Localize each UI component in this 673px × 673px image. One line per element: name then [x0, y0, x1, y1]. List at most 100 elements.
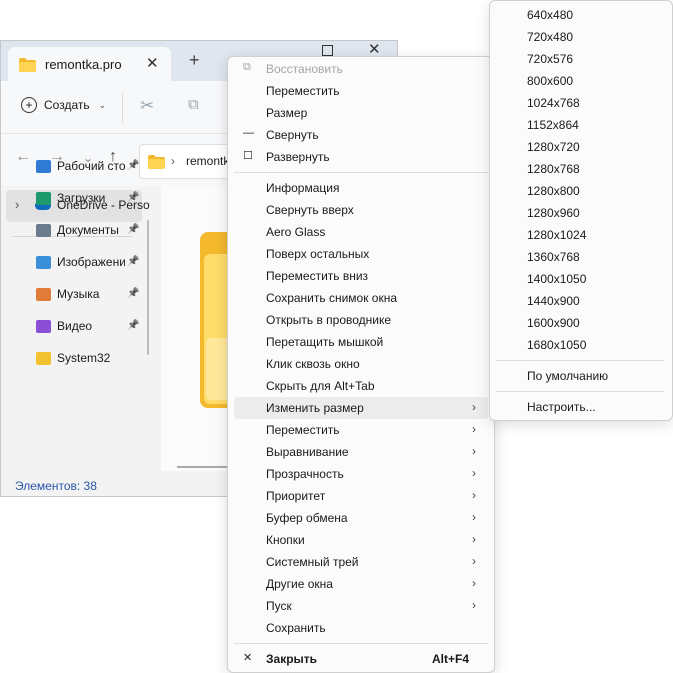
resize-option[interactable]: 1680x1050: [496, 334, 666, 356]
video-icon: [36, 320, 51, 333]
sidebar-item[interactable]: Рабочий сто 📌: [36, 157, 156, 179]
menu-item-свернуть[interactable]: — Свернуть: [234, 124, 488, 146]
menu-item-развернуть[interactable]: ☐ Развернуть: [234, 146, 488, 168]
menu-item-сохранить-снимок-окна[interactable]: Сохранить снимок окна: [234, 287, 488, 309]
documents-icon: [36, 224, 51, 237]
menu-item-приоритет[interactable]: Приоритет ›: [234, 485, 488, 507]
submenu-arrow-icon: ›: [472, 554, 476, 568]
toolbar-divider: [122, 93, 123, 123]
menu-item-label: Кнопки: [266, 533, 305, 547]
sidebar-item-label: Документы: [57, 223, 119, 237]
menu-item-пуск[interactable]: Пуск ›: [234, 595, 488, 617]
submenu-arrow-icon: ›: [472, 576, 476, 590]
menu-item-label: Поверх остальных: [266, 247, 370, 261]
resize-option[interactable]: 1360x768: [496, 246, 666, 268]
menu-item-открыть-в-проводнике[interactable]: Открыть в проводнике: [234, 309, 488, 331]
sidebar-item[interactable]: Загрузки 📌: [36, 189, 156, 211]
menu-item-aero-glass[interactable]: Aero Glass: [234, 221, 488, 243]
submenu-arrow-icon: ›: [472, 422, 476, 436]
menu-item-изменить-размер[interactable]: Изменить размер ›: [234, 397, 488, 419]
sidebar-scrollbar[interactable]: [147, 220, 149, 355]
menu-item-переместить[interactable]: Переместить: [234, 80, 488, 102]
menu-item-поверх-остальных[interactable]: Поверх остальных: [234, 243, 488, 265]
menu-item-свернуть-вверх[interactable]: Свернуть вверх: [234, 199, 488, 221]
new-tab-icon[interactable]: +: [189, 50, 200, 71]
customize-size-option[interactable]: Настроить...: [496, 396, 666, 418]
resize-option[interactable]: 720x576: [496, 48, 666, 70]
menu-item-другие-окна[interactable]: Другие окна ›: [234, 573, 488, 595]
resize-option[interactable]: 640x480: [496, 4, 666, 26]
sidebar-item-label: Видео: [57, 319, 93, 333]
copy-icon[interactable]: ⧉: [188, 96, 199, 113]
menu-separator: [496, 360, 664, 361]
maximize-icon: ☐: [243, 150, 253, 162]
menu-item-label: Скрыть для Alt+Tab: [266, 379, 375, 393]
default-size-option[interactable]: По умолчанию: [496, 365, 666, 387]
close-icon: ✕: [243, 652, 253, 664]
menu-item-перетащить-мышкой[interactable]: Перетащить мышкой: [234, 331, 488, 353]
submenu-arrow-icon: ›: [472, 488, 476, 502]
resize-option[interactable]: 1440x900: [496, 290, 666, 312]
menu-item-label: Открыть в проводнике: [266, 313, 392, 327]
menu-item-клик-сквозь-окно[interactable]: Клик сквозь окно: [234, 353, 488, 375]
submenu-arrow-icon: ›: [472, 444, 476, 458]
breadcrumb-chevron-icon: ›: [171, 154, 175, 168]
menu-item-label: Сохранить: [266, 621, 326, 635]
sidebar-item[interactable]: Музыка 📌: [36, 285, 156, 307]
sidebar-item-label: System32: [57, 351, 111, 365]
menu-item-кнопки[interactable]: Кнопки ›: [234, 529, 488, 551]
resize-option[interactable]: 800x600: [496, 70, 666, 92]
tab-close-icon[interactable]: ✕: [146, 54, 159, 72]
resize-option-label: 1400x1050: [527, 272, 587, 286]
menu-item-переместить-вниз[interactable]: Переместить вниз: [234, 265, 488, 287]
menu-item-переместить[interactable]: Переместить ›: [234, 419, 488, 441]
navigation-pane: › OneDrive - Perso Рабочий сто 📌 Загрузки 📌…: [1, 159, 157, 471]
sidebar-item[interactable]: System32: [36, 349, 156, 371]
menu-item-системный-трей[interactable]: Системный трей ›: [234, 551, 488, 573]
maximize-window-icon[interactable]: [322, 45, 333, 56]
cut-icon[interactable]: ✂: [140, 96, 154, 116]
menu-item-label: Выравнивание: [266, 445, 349, 459]
menu-item-выравнивание[interactable]: Выравнивание ›: [234, 441, 488, 463]
menu-item-label: Буфер обмена: [266, 511, 348, 525]
menu-item-label: Клик сквозь окно: [266, 357, 360, 371]
menu-item-скрыть-для-alt-tab[interactable]: Скрыть для Alt+Tab: [234, 375, 488, 397]
resize-option[interactable]: 1280x768: [496, 158, 666, 180]
sidebar-item[interactable]: Видео 📌: [36, 317, 156, 339]
expand-chevron-icon[interactable]: ›: [15, 197, 19, 212]
back-arrow-icon[interactable]: ←: [15, 148, 31, 166]
resize-option-label: 720x480: [527, 30, 574, 44]
resize-option[interactable]: 720x480: [496, 26, 666, 48]
resize-option[interactable]: 1024x768: [496, 92, 666, 114]
sidebar-item[interactable]: Изображени 📌: [36, 253, 156, 275]
resize-option[interactable]: 1280x800: [496, 180, 666, 202]
pin-icon: 📌: [127, 224, 140, 235]
create-button[interactable]: + Создать ⌄: [21, 97, 106, 113]
pictures-icon: [36, 256, 51, 269]
resize-option-label: 800x600: [527, 74, 574, 88]
customize-size-option-label: Настроить...: [527, 400, 596, 414]
menu-item-закрыть[interactable]: ✕ Закрыть Alt+F4: [234, 648, 488, 670]
menu-item-сохранить[interactable]: Сохранить: [234, 617, 488, 639]
submenu-arrow-icon: ›: [472, 510, 476, 524]
menu-item-информация[interactable]: Информация: [234, 177, 488, 199]
tab-title: remontka.pro: [45, 57, 122, 72]
tab-remontka[interactable]: remontka.pro ✕: [8, 47, 171, 81]
shortcut-hint: Alt+F4: [432, 652, 470, 666]
resize-submenu: 640x480 720x480 720x576 800x600 1024x768 1152…: [489, 0, 673, 421]
menu-item-прозрачность[interactable]: Прозрачность ›: [234, 463, 488, 485]
resize-option[interactable]: 1600x900: [496, 312, 666, 334]
resize-option-label: 1600x900: [527, 316, 580, 330]
resize-option[interactable]: 1400x1050: [496, 268, 666, 290]
sidebar-item[interactable]: Документы 📌: [36, 221, 156, 243]
menu-item-размер[interactable]: Размер: [234, 102, 488, 124]
resize-option[interactable]: 1280x960: [496, 202, 666, 224]
resize-option[interactable]: 1280x1024: [496, 224, 666, 246]
default-size-option-label: По умолчанию: [527, 369, 609, 383]
resize-option[interactable]: 1280x720: [496, 136, 666, 158]
horizontal-scrollbar[interactable]: [177, 466, 227, 468]
menu-item-буфер-обмена[interactable]: Буфер обмена ›: [234, 507, 488, 529]
menu-item-label: Свернуть: [266, 128, 319, 142]
pin-icon: 📌: [127, 288, 140, 299]
resize-option[interactable]: 1152x864: [496, 114, 666, 136]
